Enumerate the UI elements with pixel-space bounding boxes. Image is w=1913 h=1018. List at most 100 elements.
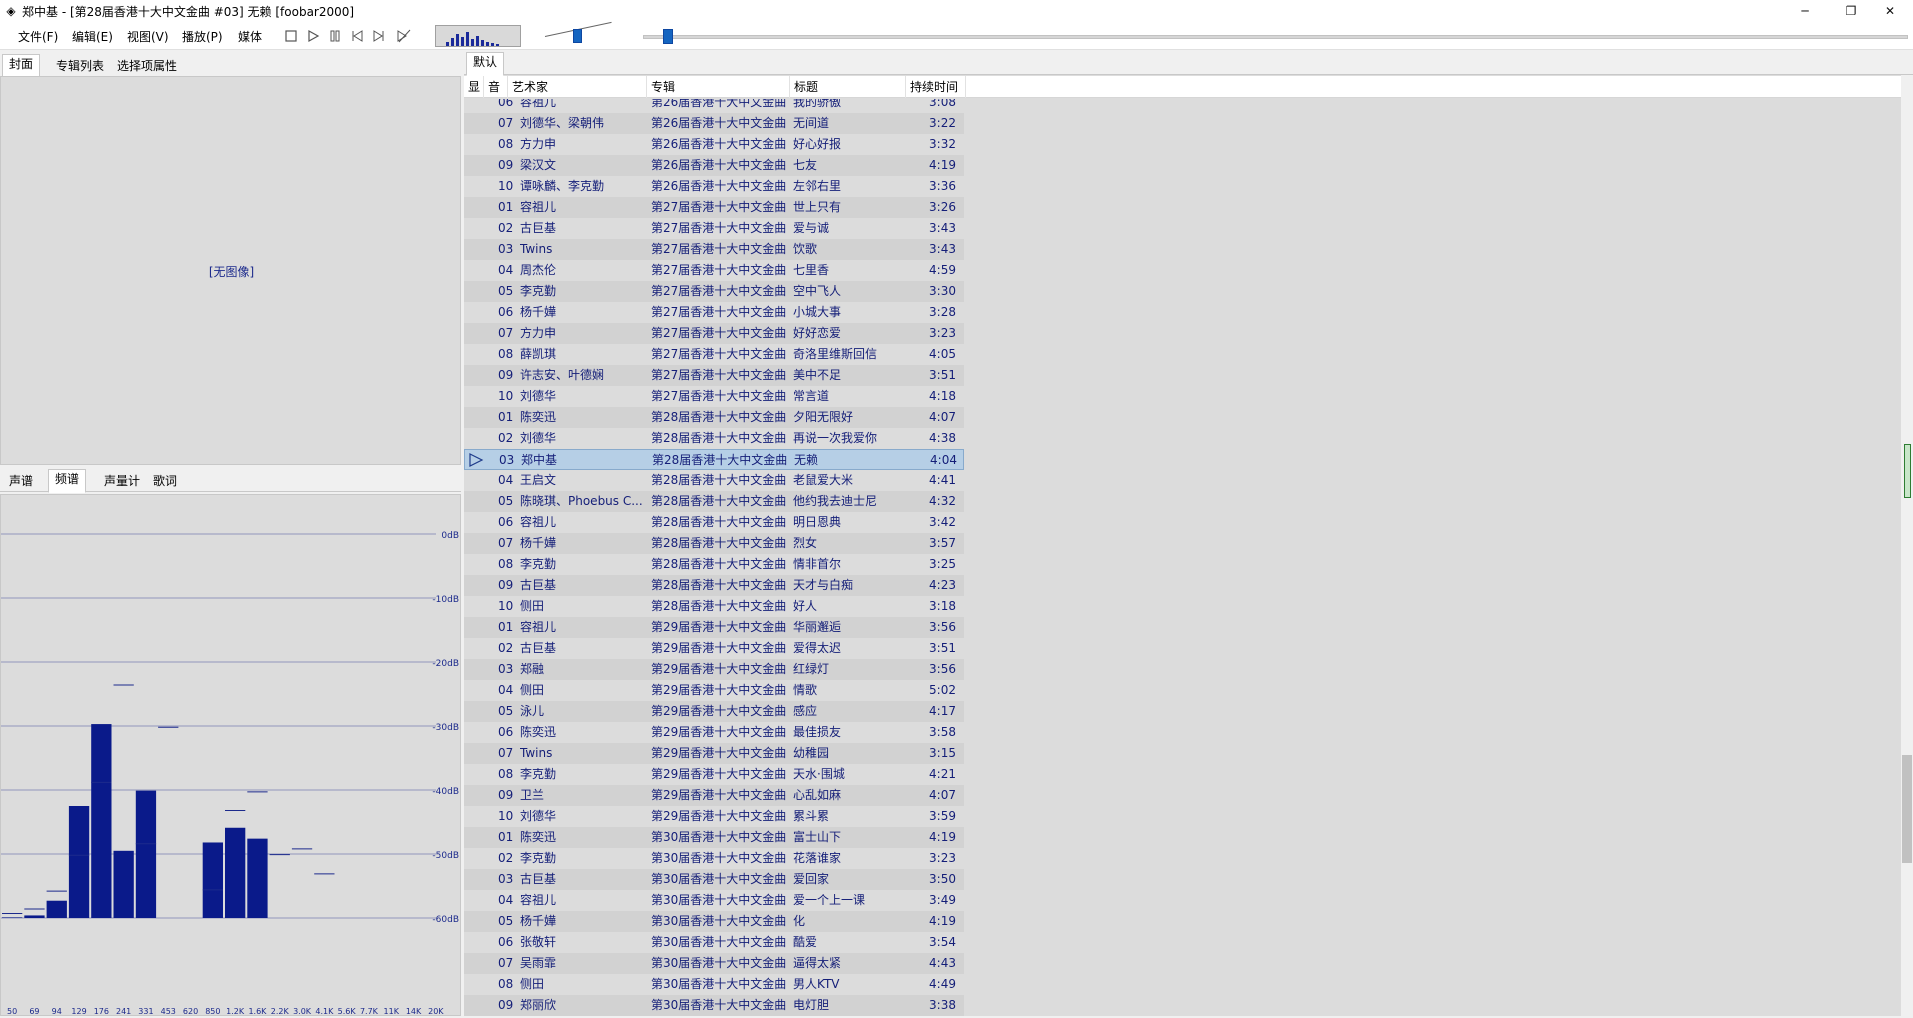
playlist-row[interactable]: 04 王启文 第28届香港十大中文金曲 老鼠爱大米 4:41 [464, 470, 964, 491]
duration-cell: 4:07 [929, 410, 956, 424]
playlist-row[interactable]: 06 杨千嬅 第27届香港十大中文金曲 小城大事 3:28 [464, 302, 964, 323]
playlist-row[interactable]: 05 陈晓琪、Phoebus C... 第28届香港十大中文金曲 他约我去迪士尼 4:3… [464, 491, 964, 512]
artist-cell: Twins [520, 746, 553, 760]
menu-playback[interactable]: 播放(P) [182, 28, 223, 45]
duration-cell: 4:19 [929, 914, 956, 928]
menu-edit[interactable]: 编辑(E) [72, 28, 113, 45]
playlist-row[interactable]: 09 许志安、叶德娴 第27届香港十大中文金曲 美中不足 3:51 [464, 365, 964, 386]
title-cell: 华丽邂逅 [793, 620, 842, 634]
playlist-row[interactable]: 08 侧田 第30届香港十大中文金曲 男人KTV 4:49 [464, 974, 964, 995]
play-icon[interactable] [306, 29, 320, 43]
column-title[interactable]: 标题 [790, 76, 906, 98]
stop-icon[interactable] [284, 29, 298, 43]
close-button[interactable]: ✕ [1867, 0, 1913, 22]
playlist-row[interactable]: 02 古巨基 第29届香港十大中文金曲 爱得太迟 3:51 [464, 638, 964, 659]
frequency-label: 1.6K [248, 1007, 267, 1015]
playlist-row-playing[interactable]: 03 郑中基 第28届香港十大中文金曲 无赖 4:04 [464, 449, 964, 470]
previous-icon[interactable] [350, 29, 364, 43]
playlist-row[interactable]: 03 Twins 第27届香港十大中文金曲 饮歌 3:43 [464, 239, 964, 260]
title-cell: 花落谁家 [793, 851, 842, 865]
column-playing[interactable]: 显 [464, 76, 484, 98]
artist-cell: 容祖儿 [520, 99, 557, 109]
album-cell: 第30届香港十大中文金曲 [651, 977, 787, 991]
seek-bar[interactable] [643, 35, 1908, 39]
column-album[interactable]: 专辑 [647, 76, 790, 98]
random-icon[interactable] [396, 29, 411, 43]
playlist-row[interactable]: 06 容祖儿 第28届香港十大中文金曲 明日恩典 3:42 [464, 512, 964, 533]
playlist-row[interactable]: 05 李克勤 第27届香港十大中文金曲 空中飞人 3:30 [464, 281, 964, 302]
tab-cover[interactable]: 封面 [2, 54, 41, 78]
album-cell: 第29届香港十大中文金曲 [651, 746, 787, 760]
playlist-row[interactable]: 02 古巨基 第27届香港十大中文金曲 爱与诚 3:43 [464, 218, 964, 239]
playlist-row[interactable]: 09 郑丽欣 第30届香港十大中文金曲 电灯胆 3:38 [464, 995, 964, 1016]
playlist-row[interactable]: 02 李克勤 第30届香港十大中文金曲 花落谁家 3:23 [464, 848, 964, 869]
playlist-row[interactable]: 07 方力申 第27届香港十大中文金曲 好好恋爱 3:23 [464, 323, 964, 344]
duration-cell: 4:41 [929, 473, 956, 487]
playlist-row[interactable]: 09 梁汉文 第26届香港十大中文金曲 七友 4:19 [464, 155, 964, 176]
tab-spectrogram[interactable]: 声谱 [2, 471, 40, 492]
playlist-row[interactable]: 06 容祖儿 第26届香港十大中文金曲 我的骄傲 3:08 [464, 99, 964, 113]
playlist-row[interactable]: 01 容祖儿 第27届香港十大中文金曲 世上只有 3:26 [464, 197, 964, 218]
artist-cell: 泳儿 [520, 704, 545, 718]
menu-file[interactable]: 文件(F) [18, 28, 58, 45]
menu-library[interactable]: 媒体 [238, 28, 262, 45]
playlist-row[interactable]: 03 郑融 第29届香港十大中文金曲 红绿灯 3:56 [464, 659, 964, 680]
playlist-row[interactable]: 07 吴雨霏 第30届香港十大中文金曲 逼得太紧 4:43 [464, 953, 964, 974]
album-cell: 第28届香港十大中文金曲 [651, 515, 787, 529]
playlist-row[interactable]: 08 李克勤 第28届香港十大中文金曲 情非首尔 3:25 [464, 554, 964, 575]
title-cell: 明日恩典 [793, 515, 842, 529]
playlist-row[interactable]: 01 陈奕迅 第28届香港十大中文金曲 夕阳无限好 4:07 [464, 407, 964, 428]
playlist-row[interactable]: 04 侧田 第29届香港十大中文金曲 情歌 5:02 [464, 680, 964, 701]
playlist-scrollbar[interactable] [1901, 75, 1913, 1016]
scrollbar-thumb[interactable] [1902, 755, 1912, 863]
tab-default-playlist[interactable]: 默认 [466, 52, 505, 76]
playlist-row[interactable]: 03 古巨基 第30届香港十大中文金曲 爱回家 3:50 [464, 869, 964, 890]
playlist-row[interactable]: 09 卫兰 第29届香港十大中文金曲 心乱如麻 4:07 [464, 785, 964, 806]
volume-slider[interactable] [573, 29, 582, 43]
album-cell: 第28届香港十大中文金曲 [651, 410, 787, 424]
album-cell: 第27届香港十大中文金曲 [651, 263, 787, 277]
minimize-button[interactable]: ─ [1782, 0, 1828, 22]
playlist-row[interactable]: 07 Twins 第29届香港十大中文金曲 幼稚园 3:15 [464, 743, 964, 764]
playlist-row[interactable]: 06 陈奕迅 第29届香港十大中文金曲 最佳损友 3:58 [464, 722, 964, 743]
duration-cell: 4:49 [929, 977, 956, 991]
duration-cell: 3:22 [929, 116, 956, 130]
playlist-row[interactable]: 10 刘德华 第29届香港十大中文金曲 累斗累 3:59 [464, 806, 964, 827]
playlist-row[interactable]: 01 容祖儿 第29届香港十大中文金曲 华丽邂逅 3:56 [464, 617, 964, 638]
playlist-row[interactable]: 04 容祖儿 第30届香港十大中文金曲 爱一个上一课 3:49 [464, 890, 964, 911]
playlist-row[interactable]: 10 侧田 第28届香港十大中文金曲 好人 3:18 [464, 596, 964, 617]
frequency-label: 620 [183, 1007, 198, 1015]
playlist-row[interactable]: 04 周杰伦 第27届香港十大中文金曲 七里香 4:59 [464, 260, 964, 281]
playlist-row[interactable]: 08 方力申 第26届香港十大中文金曲 好心好报 3:32 [464, 134, 964, 155]
tab-lyrics[interactable]: 歌词 [146, 471, 184, 492]
playlist-row[interactable]: 07 杨千嬅 第28届香港十大中文金曲 烈女 3:57 [464, 533, 964, 554]
playlist-row[interactable]: 09 古巨基 第28届香港十大中文金曲 天才与白痴 4:23 [464, 575, 964, 596]
playlist-row[interactable]: 05 泳儿 第29届香港十大中文金曲 感应 4:17 [464, 701, 964, 722]
artist-cell: 谭咏麟、李克勤 [520, 179, 605, 193]
playlist-row[interactable]: 10 刘德华 第27届香港十大中文金曲 常言道 4:18 [464, 386, 964, 407]
playlist-row[interactable]: 02 刘德华 第28届香港十大中文金曲 再说一次我爱你 4:38 [464, 428, 964, 449]
playlist-row[interactable]: 05 杨千嬅 第30届香港十大中文金曲化 4:19 [464, 911, 964, 932]
album-cell: 第29届香港十大中文金曲 [651, 620, 787, 634]
next-icon[interactable] [372, 29, 386, 43]
column-track-number[interactable]: 音 [484, 76, 508, 98]
playlist-row[interactable]: 01 陈奕迅 第30届香港十大中文金曲 富士山下 4:19 [464, 827, 964, 848]
playlist-row[interactable]: 08 薛凯琪 第27届香港十大中文金曲 奇洛里维斯回信 4:05 [464, 344, 964, 365]
frequency-label: 850 [205, 1007, 220, 1015]
menu-view[interactable]: 视图(V) [127, 28, 169, 45]
playlist-row[interactable]: 07 刘德华、梁朝伟 第26届香港十大中文金曲 无间道 3:22 [464, 113, 964, 134]
duration-cell: 3:51 [929, 641, 956, 655]
pause-icon[interactable] [328, 29, 342, 43]
tab-selection-properties[interactable]: 选择项属性 [110, 56, 184, 77]
column-artist[interactable]: 艺术家 [508, 76, 647, 98]
tab-album-list[interactable]: 专辑列表 [49, 56, 111, 77]
tab-spectrum[interactable]: 频谱 [48, 469, 87, 493]
title-cell: 天才与白痴 [793, 578, 854, 592]
playlist-row[interactable]: 10 谭咏麟、李克勤 第26届香港十大中文金曲 左邻右里 3:36 [464, 176, 964, 197]
column-duration[interactable]: 持续时间 [906, 76, 966, 98]
playlist-row[interactable]: 06 张敬轩 第30届香港十大中文金曲 酷爱 3:54 [464, 932, 964, 953]
playlist-row[interactable]: 08 李克勤 第29届香港十大中文金曲 天水·围城 4:21 [464, 764, 964, 785]
seek-thumb[interactable] [663, 29, 673, 44]
album-cell: 第28届香港十大中文金曲 [651, 599, 787, 613]
tab-volume-meter[interactable]: 声量计 [97, 471, 147, 492]
